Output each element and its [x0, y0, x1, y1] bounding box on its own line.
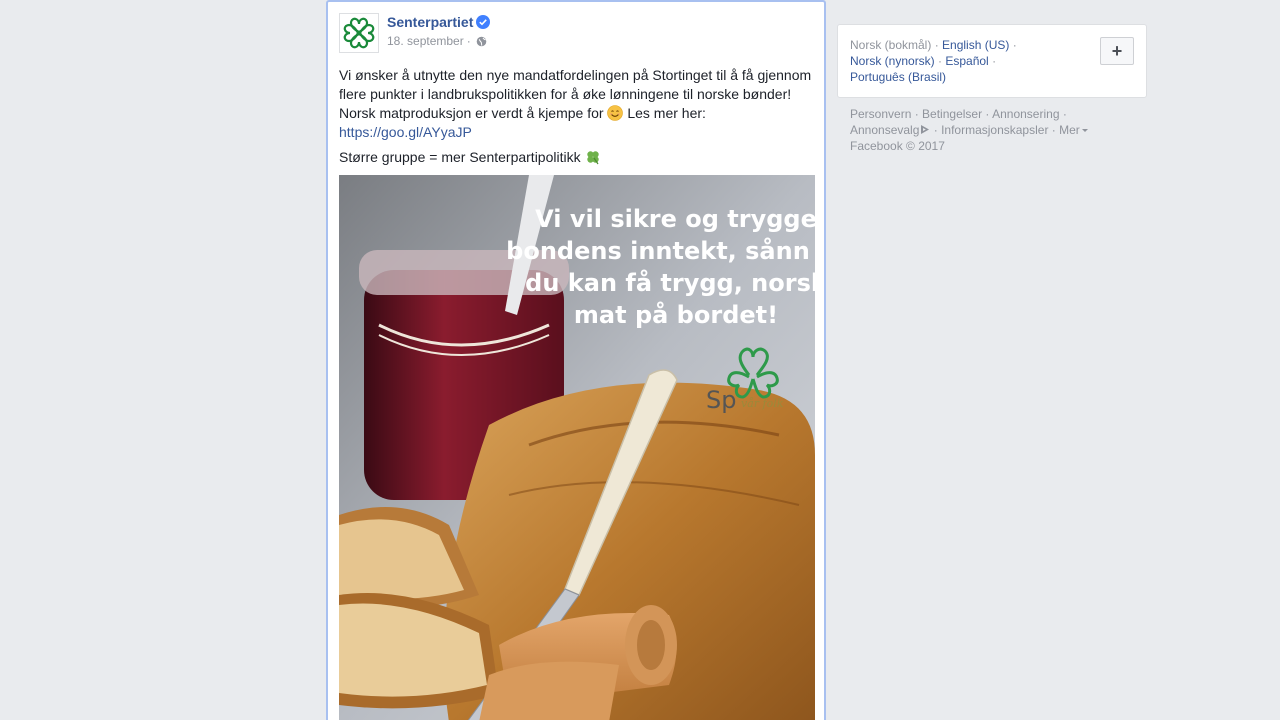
post-time-row: 18. september ·	[387, 34, 490, 48]
cookies-link[interactable]: Informasjonskapsler	[941, 123, 1048, 137]
image-caption-line-3: du kan få trygg, norsk	[525, 268, 815, 297]
post-link[interactable]: https://goo.gl/AYyaJP	[339, 124, 472, 140]
page-name-row: Senterpartiet	[387, 14, 491, 30]
footer-links: Personvern · Betingelser · Annonsering ·…	[850, 106, 1140, 154]
post-text-second: Større gruppe = mer Senterpartipolitikk	[339, 149, 581, 165]
post-paragraph-2: Større gruppe = mer Senterpartipolitikk	[339, 148, 817, 167]
page-name-link[interactable]: Senterpartiet	[387, 14, 473, 30]
logo-tagline: vår folk	[741, 397, 784, 410]
post-paragraph-1: Vi ønsker å utnytte den nye mandatfordel…	[339, 66, 817, 142]
post-meta: Senterpartiet 18. september ·	[387, 13, 491, 55]
copyright: Facebook © 2017	[850, 139, 945, 153]
ad-choices-icon	[919, 123, 930, 134]
terms-link[interactable]: Betingelser	[922, 107, 982, 121]
post-image[interactable]: Vi vil sikre og trygge bondens inntekt, …	[339, 175, 815, 720]
post-date-link[interactable]: 18. september	[387, 34, 464, 48]
globe-icon[interactable]	[476, 36, 487, 47]
language-option[interactable]: English (US)	[942, 38, 1009, 52]
post-text-tail: Les mer her:	[623, 105, 706, 121]
image-caption-line-1: Vi vil sikre og trygge	[535, 205, 815, 233]
more-label: Mer	[1059, 123, 1080, 137]
date-separator: ·	[466, 34, 471, 48]
four-leaf-clover-emoji-icon	[585, 149, 601, 165]
ad-choices-link[interactable]: Annonsevalg	[850, 123, 930, 137]
post-header: Senterpartiet 18. september ·	[339, 13, 491, 55]
image-caption-line-2: bondens inntekt, sånn at	[506, 236, 815, 265]
chevron-down-icon	[1081, 129, 1088, 132]
logo-text: Sp	[706, 386, 736, 414]
post-text-body: Vi ønsker å utnytte den nye mandatfordel…	[339, 67, 812, 121]
advertising-link[interactable]: Annonsering	[992, 107, 1059, 121]
bread-and-jam-photo: Vi vil sikre og trygge bondens inntekt, …	[339, 175, 815, 720]
post-text: Vi ønsker å utnytte den nye mandatfordel…	[339, 66, 817, 167]
page-avatar[interactable]	[339, 13, 379, 53]
more-link[interactable]: Mer	[1059, 123, 1088, 137]
image-caption-line-4: mat på bordet!	[574, 300, 778, 329]
verified-badge-icon	[476, 15, 491, 29]
language-option[interactable]: Español	[945, 54, 988, 68]
privacy-link[interactable]: Personvern	[850, 107, 911, 121]
language-option[interactable]: Norsk (nynorsk)	[850, 54, 935, 68]
language-card: Norsk (bokmål) · English (US) · Norsk (n…	[837, 24, 1147, 98]
post-card: Senterpartiet 18. september · Vi ønsker …	[326, 0, 826, 720]
add-language-button[interactable]: +	[1100, 37, 1134, 65]
clover-logo-icon	[343, 17, 375, 49]
ad-choices-label: Annonsevalg	[850, 123, 920, 137]
language-list: Norsk (bokmål) · English (US) · Norsk (n…	[850, 38, 1017, 84]
language-option: Norsk (bokmål)	[850, 38, 932, 52]
language-option[interactable]: Português (Brasil)	[850, 70, 946, 84]
smiling-face-emoji-icon	[607, 105, 624, 121]
